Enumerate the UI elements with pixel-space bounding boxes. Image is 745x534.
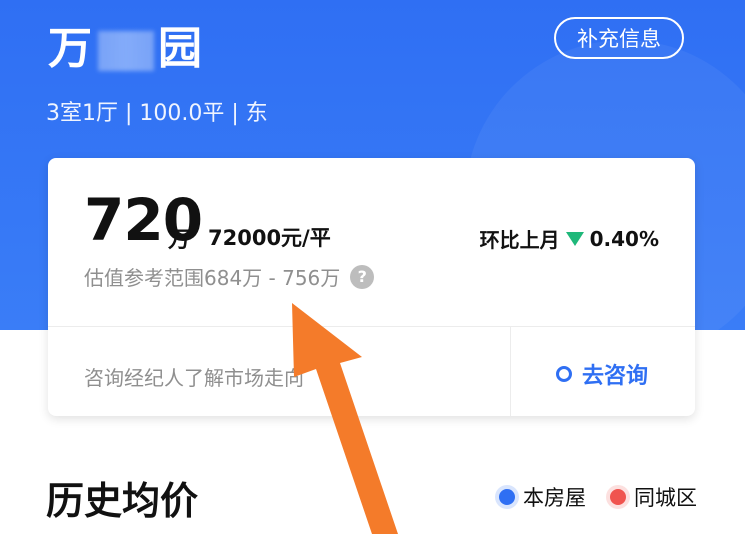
unit-price: 72000元/平: [208, 226, 331, 250]
history-title: 历史均价: [46, 479, 199, 523]
redacted-blur: [98, 31, 154, 71]
title-left: 万: [48, 23, 94, 74]
community-title: 万园: [48, 12, 204, 76]
legend-label: 同城区: [634, 486, 697, 510]
annotation-arrow: [292, 303, 398, 534]
range-text: 估值参考范围684万 - 756万: [84, 266, 341, 290]
mom-label: 环比上月: [479, 228, 560, 252]
supplement-info-button[interactable]: 补充信息: [554, 17, 684, 59]
legend-label: 本房屋: [523, 486, 586, 510]
consult-button-label: 去咨询: [582, 364, 649, 389]
legend-item-this-house[interactable]: 本房屋: [499, 482, 586, 512]
chart-legend: 本房屋 同城区: [499, 482, 697, 512]
month-over-month: 环比上月 0.40%: [480, 224, 659, 253]
question-circle-icon[interactable]: ?: [350, 264, 375, 289]
price-unit: 万: [168, 228, 191, 253]
ring-icon: [556, 366, 572, 382]
red-dot-icon: [610, 489, 626, 505]
valuation-range: 估值参考范围684万 - 756万 ?: [84, 262, 375, 291]
blue-dot-icon: [499, 489, 515, 505]
vertical-divider: [510, 326, 511, 416]
legend-item-same-district[interactable]: 同城区: [610, 482, 697, 512]
consult-button[interactable]: 去咨询: [556, 358, 648, 390]
triangle-down-icon: [565, 231, 584, 246]
property-info: 3室1厅 | 100.0平 | 东: [46, 101, 268, 126]
title-right: 园: [158, 23, 204, 74]
mom-value: 0.40%: [589, 226, 659, 251]
arrow-shape: [292, 303, 398, 534]
